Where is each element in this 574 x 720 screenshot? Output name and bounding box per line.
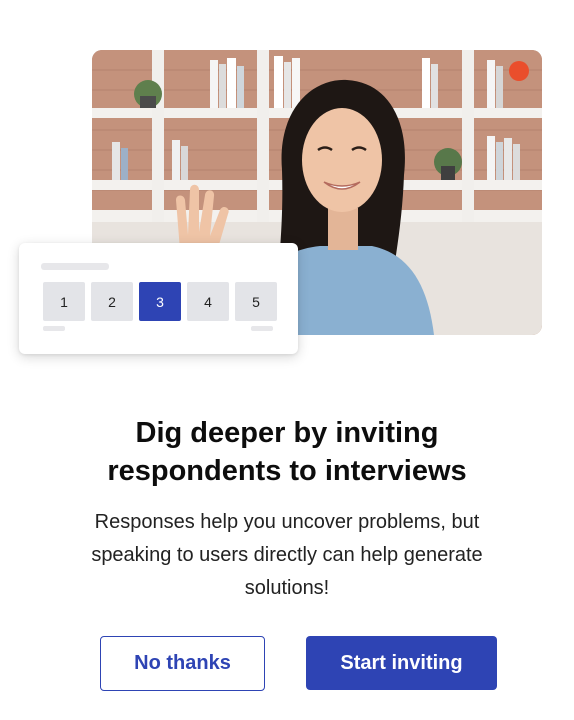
rating-scale-card: 1 2 3 4 5 bbox=[19, 243, 298, 354]
rating-scale: 1 2 3 4 5 bbox=[43, 282, 277, 321]
dialog-title-line-2: respondents to interviews bbox=[107, 455, 467, 487]
scale-option-1[interactable]: 1 bbox=[43, 282, 85, 321]
scale-option-4[interactable]: 4 bbox=[187, 282, 229, 321]
dialog-description: Responses help you uncover problems, but… bbox=[60, 506, 514, 605]
scale-option-2[interactable]: 2 bbox=[91, 282, 133, 321]
dialog-title-line-1: Dig deeper by inviting bbox=[135, 417, 439, 449]
description-line-2: speaking to users directly can help gene… bbox=[91, 544, 483, 566]
recording-indicator bbox=[509, 61, 529, 81]
scale-max-label-bar bbox=[251, 326, 273, 331]
scale-option-3[interactable]: 3 bbox=[139, 282, 181, 321]
scale-min-label-bar bbox=[43, 326, 65, 331]
start-inviting-button[interactable]: Start inviting bbox=[306, 636, 497, 690]
scale-option-5[interactable]: 5 bbox=[235, 282, 277, 321]
dialog-title: Dig deeper by inviting respondents to in… bbox=[0, 414, 574, 490]
description-line-1: Responses help you uncover problems, but bbox=[94, 511, 480, 533]
no-thanks-button[interactable]: No thanks bbox=[100, 636, 265, 691]
description-line-3: solutions! bbox=[244, 577, 330, 599]
question-placeholder-bar bbox=[41, 263, 109, 270]
